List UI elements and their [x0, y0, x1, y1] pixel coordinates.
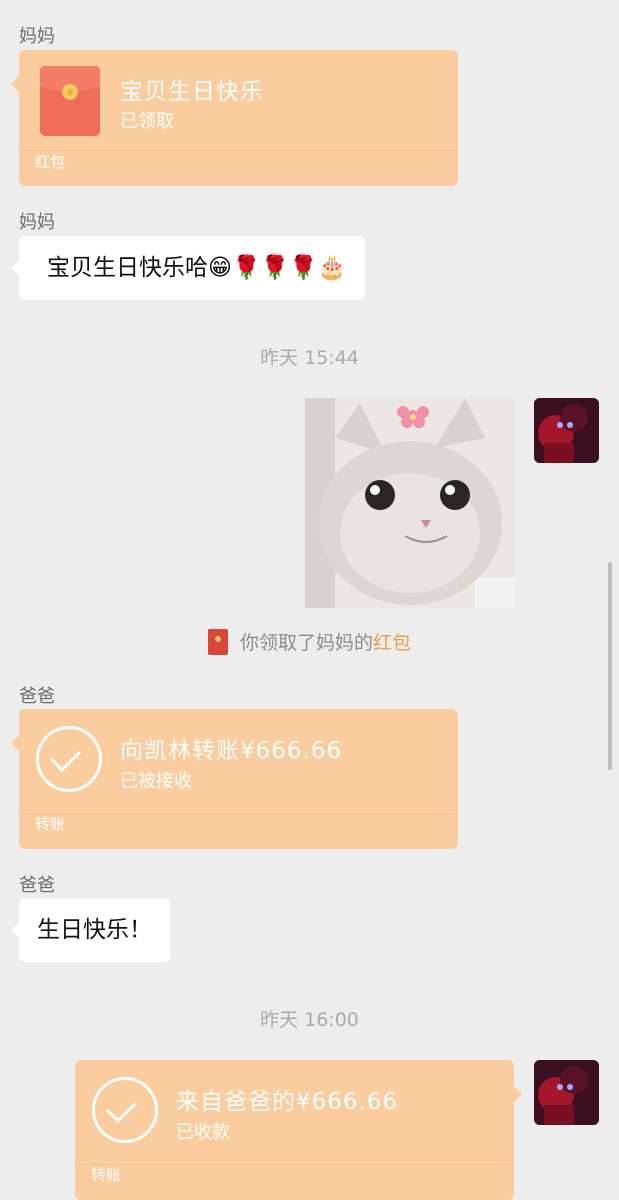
transfer-title: 来自爸爸的¥666.66	[176, 1089, 399, 1115]
card-type-label: 红包	[35, 153, 66, 171]
transfer-title: 向凯林转账¥666.66	[120, 738, 343, 764]
timestamp: 昨天 16:00	[260, 1009, 359, 1031]
cat-sticker-image[interactable]	[305, 398, 515, 608]
sender-name: 爸爸	[19, 686, 55, 707]
card-type-label: 转账	[91, 1166, 122, 1184]
scrollbar[interactable]	[608, 562, 612, 770]
transfer-status: 已被接收	[120, 771, 192, 792]
transfer-card[interactable]: 向凯林转账¥666.66 已被接收 转账	[11, 709, 458, 849]
transfer-card[interactable]: 来自爸爸的¥666.66 已收款 转账	[75, 1060, 522, 1200]
timestamp: 昨天 15:44	[260, 347, 359, 369]
card-type-label: 转账	[35, 815, 66, 833]
svg-text:¥: ¥	[67, 88, 73, 99]
text-bubble[interactable]: 生日快乐！	[11, 898, 170, 962]
card-divider	[19, 150, 458, 151]
red-envelope-icon	[207, 629, 228, 655]
red-packet-link[interactable]: 红包	[373, 632, 411, 654]
red-packet-card[interactable]: ¥ 宝贝生日快乐 已领取 红包	[11, 50, 458, 186]
red-packet-status: 已领取	[120, 111, 174, 132]
sender-name: 妈妈	[19, 212, 55, 233]
avatar[interactable]	[534, 1060, 599, 1125]
sender-name: 妈妈	[19, 26, 55, 47]
text-bubble[interactable]: 宝贝生日快乐哈😁🌹🌹🌹🎂	[11, 236, 365, 300]
card-divider	[75, 1164, 514, 1165]
card-divider	[19, 813, 458, 814]
check-circle-icon	[92, 1077, 158, 1143]
system-notice-text: 你领取了妈妈的	[239, 632, 373, 654]
sender-name: 爸爸	[19, 875, 55, 896]
red-packet-title: 宝贝生日快乐	[120, 79, 264, 105]
system-notice: 你领取了妈妈的红包	[0, 628, 619, 655]
avatar[interactable]	[534, 398, 599, 463]
transfer-status: 已收款	[176, 1122, 230, 1143]
red-envelope-icon: ¥	[40, 66, 100, 136]
check-circle-icon	[36, 726, 102, 792]
